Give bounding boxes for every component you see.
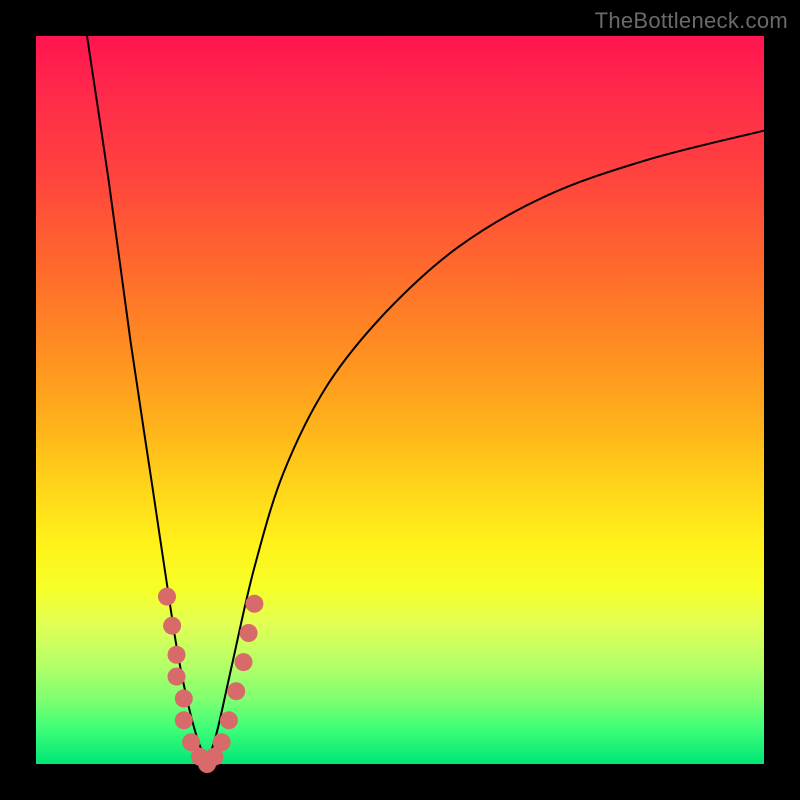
curve-right-branch — [207, 131, 764, 764]
highlight-marker — [163, 617, 181, 635]
highlight-marker — [220, 711, 238, 729]
highlight-marker — [240, 624, 258, 642]
chart-frame: TheBottleneck.com — [0, 0, 800, 800]
highlight-marker — [158, 588, 176, 606]
highlight-marker — [175, 711, 193, 729]
highlight-marker — [213, 733, 231, 751]
highlight-marker — [175, 690, 193, 708]
highlight-marker — [168, 646, 186, 664]
watermark-text: TheBottleneck.com — [595, 8, 788, 34]
highlight-marker — [227, 682, 245, 700]
highlight-marker — [235, 653, 253, 671]
chart-overlay — [36, 36, 764, 764]
curve-left-branch — [87, 36, 207, 764]
highlight-marker — [168, 668, 186, 686]
highlight-marker — [245, 595, 263, 613]
marker-group — [158, 588, 263, 773]
